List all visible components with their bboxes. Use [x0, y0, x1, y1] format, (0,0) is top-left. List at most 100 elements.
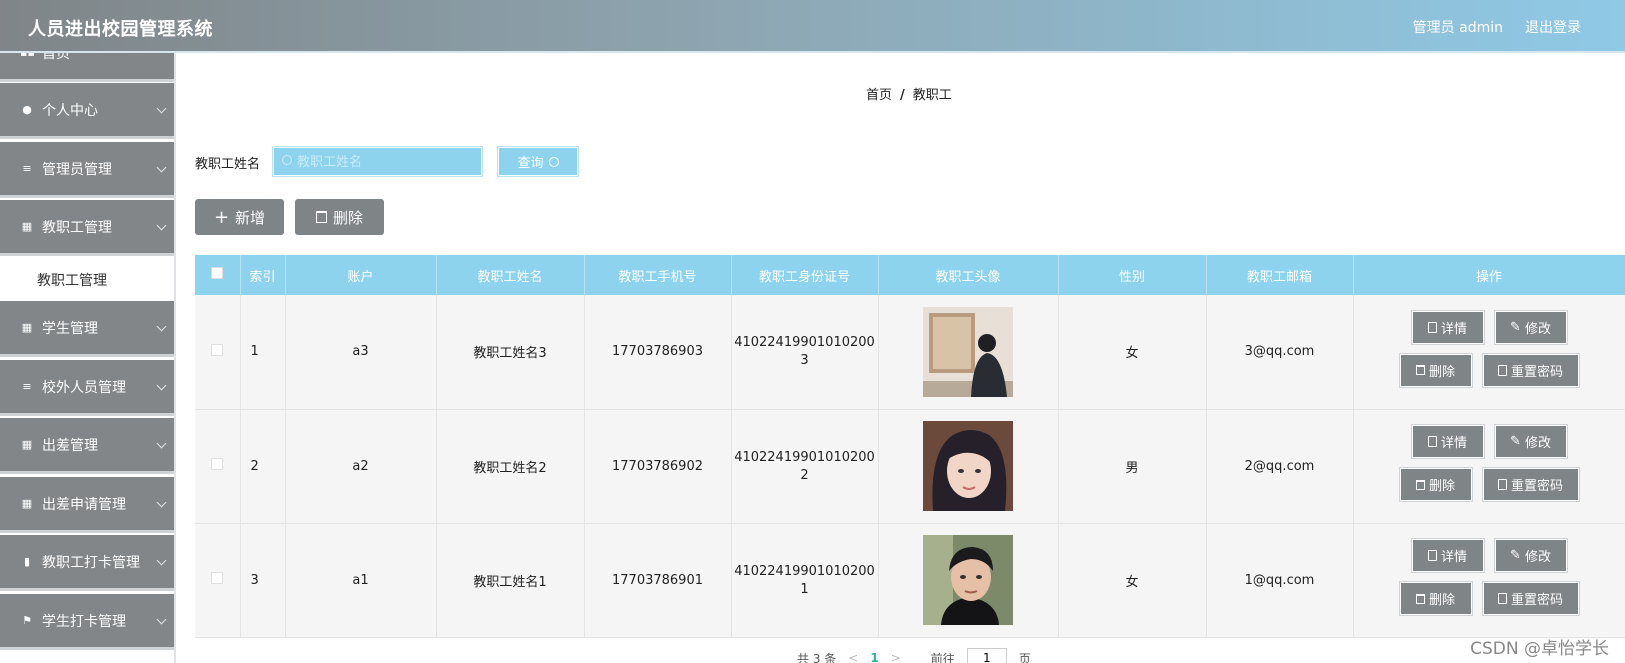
next-page-icon[interactable]: > [891, 651, 901, 663]
detail-button-label: 详情 [1440, 321, 1467, 337]
goto-label: 前往 [930, 651, 955, 663]
prev-page-icon[interactable]: < [848, 651, 858, 663]
delete-button-label: 删除 [1428, 364, 1455, 380]
column-header: 操作 [1353, 255, 1625, 295]
reset-password-button[interactable]: 重置密码 [1482, 353, 1579, 387]
row-select-cell [195, 409, 241, 524]
column-header: 教职工手机号 [584, 255, 732, 295]
sidebar-item-label: 教职工管理 [42, 219, 112, 236]
trash-icon [315, 211, 327, 223]
email-cell: 2@qq.com [1206, 409, 1354, 524]
sidebar-item-home[interactable]: ▪▪ 首页 [0, 53, 175, 82]
document-icon [1497, 479, 1507, 490]
sidebar-item-admins[interactable]: ≡ 管理员管理 [0, 142, 175, 198]
chevron-down-icon [156, 220, 167, 231]
logout-link[interactable]: 退出登录 [1525, 17, 1581, 37]
reset-password-button[interactable]: 重置密码 [1482, 582, 1579, 615]
add-button-label: 新增 [235, 208, 266, 227]
select-all-checkbox[interactable] [211, 267, 224, 279]
detail-button-label: 详情 [1440, 550, 1467, 565]
reset-password-button-label: 重置密码 [1510, 364, 1563, 380]
sidebar-item-label: 个人中心 [42, 102, 98, 119]
avatar [923, 306, 1013, 397]
sidebar-divider [174, 53, 176, 663]
edit-button-label: 修改 [1524, 436, 1551, 451]
name-cell: 教职工姓名3 [436, 295, 585, 410]
document-icon [1497, 364, 1507, 376]
chevron-down-icon [156, 614, 167, 625]
trash-icon [1415, 479, 1425, 490]
goto-page-input[interactable] [966, 648, 1007, 663]
chevron-down-icon [156, 497, 167, 508]
detail-button[interactable]: 详情 [1411, 310, 1484, 344]
detail-button[interactable]: 详情 [1411, 539, 1484, 572]
id-number-line: 3 [800, 353, 809, 369]
delete-button[interactable]: 删除 [1399, 468, 1472, 501]
name-cell: 教职工姓名2 [436, 409, 585, 524]
delete-button[interactable]: 删除 [1399, 353, 1472, 387]
menu-icon: ≡ [22, 380, 32, 393]
sidebar-item-label: 学生打卡管理 [42, 613, 126, 630]
sidebar-item-label: 校外人员管理 [42, 379, 126, 396]
page-number[interactable]: 1 [870, 651, 878, 663]
person-icon: ● [22, 103, 32, 116]
bulk-delete-button[interactable]: 删除 [295, 199, 384, 235]
current-user-label[interactable]: 管理员 admin [1413, 17, 1503, 37]
sidebar-item-staff[interactable]: ▦ 教职工管理 [0, 200, 175, 256]
sidebar-subitem-staff[interactable]: 教职工管理 [0, 257, 175, 303]
account-cell: a2 [285, 409, 437, 524]
table-row: 1 a3 教职工姓名3 17703786903 4102241990101020… [195, 295, 1625, 410]
name-cell: 教职工姓名1 [436, 523, 585, 638]
breadcrumb-separator: / [900, 88, 905, 103]
sidebar-item-student-checkin[interactable]: ⚑ 学生打卡管理 [0, 594, 175, 650]
sidebar-item-visitors[interactable]: ≡ 校外人员管理 [0, 360, 175, 416]
plus-icon: + [213, 206, 230, 228]
sidebar-item-profile[interactable]: ● 个人中心 [0, 83, 175, 139]
sidebar-item-trips[interactable]: ▦ 出差管理 [0, 418, 175, 474]
breadcrumb-home[interactable]: 首页 [866, 88, 892, 103]
chevron-down-icon [156, 162, 167, 173]
sidebar-item-label: 出差申请管理 [42, 496, 126, 513]
row-select-cell [195, 523, 241, 638]
add-button[interactable]: + 新增 [195, 199, 284, 235]
index-cell: 3 [240, 523, 286, 638]
edit-button[interactable]: ✎ 修改 [1494, 425, 1567, 458]
bar-chart-icon: ▮ [23, 555, 31, 568]
sidebar-item-label: 出差管理 [42, 437, 98, 454]
column-header: 索引 [240, 255, 286, 295]
edit-button[interactable]: ✎ 修改 [1494, 310, 1567, 344]
sidebar-item-trip-requests[interactable]: ▦ 出差申请管理 [0, 477, 175, 533]
pagination: 共 3 条 < 1 > 前往 页 [797, 648, 1031, 663]
bulk-delete-button-label: 删除 [332, 208, 363, 227]
row-actions: 详情 ✎ 修改 删除 重置密码 [1354, 416, 1625, 516]
chevron-down-icon [156, 321, 167, 332]
column-header: 教职工姓名 [436, 255, 585, 295]
sidebar-item-students[interactable]: ▦ 学生管理 [0, 301, 175, 357]
edit-button[interactable]: ✎ 修改 [1494, 539, 1567, 572]
reset-password-button[interactable]: 重置密码 [1482, 468, 1579, 501]
row-checkbox[interactable] [211, 458, 224, 470]
row-checkbox[interactable] [211, 343, 224, 356]
search-label: 教职工姓名 [195, 157, 261, 172]
sidebar-item-label: 管理员管理 [42, 161, 112, 178]
query-button[interactable]: 查询 [497, 146, 579, 177]
actions-cell: 详情 ✎ 修改 删除 重置密码 [1353, 409, 1625, 524]
sidebar-item-staff-checkin[interactable]: ▮ 教职工打卡管理 [0, 535, 175, 591]
table-header-row: 索引 账户 教职工姓名 教职工手机号 教职工身份证号 教职工头像 性别 教职工邮… [195, 255, 1625, 295]
delete-button-label: 删除 [1428, 479, 1455, 494]
search-icon [282, 155, 292, 165]
grid-icon: ▦ [21, 497, 33, 510]
index-cell: 2 [240, 409, 286, 524]
query-button-label: 查询 [517, 156, 544, 171]
search-icon [548, 156, 559, 167]
row-select-cell [195, 295, 241, 410]
delete-button[interactable]: 删除 [1399, 582, 1472, 615]
row-checkbox[interactable] [211, 572, 224, 584]
search-input[interactable] [297, 152, 477, 172]
phone-cell: 17703786903 [584, 295, 732, 410]
sidebar-subitem-label: 教职工管理 [37, 273, 107, 289]
detail-button[interactable]: 详情 [1411, 425, 1484, 458]
avatar-cell [878, 409, 1059, 524]
menu-icon: ≡ [22, 162, 32, 175]
chevron-down-icon [156, 555, 167, 566]
